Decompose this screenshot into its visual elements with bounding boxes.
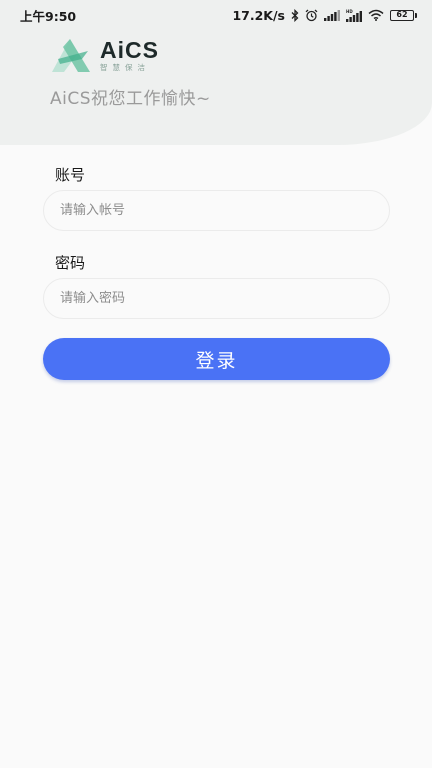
alarm-icon <box>305 9 318 22</box>
logo-title: AiCS <box>100 37 159 63</box>
battery-level: 62 <box>396 10 408 19</box>
signal-icon <box>324 9 340 21</box>
app-logo: AiCS 智慧保洁 <box>48 37 159 73</box>
account-input[interactable] <box>43 190 390 231</box>
hd-signal-icon: HD <box>346 9 362 22</box>
status-time: 上午9:50 <box>20 8 77 24</box>
welcome-text: AiCS祝您工作愉快~ <box>50 89 211 109</box>
logo-mark-icon <box>52 39 90 72</box>
password-label: 密码 <box>55 254 86 272</box>
battery-icon: 62 <box>390 9 417 21</box>
account-label: 账号 <box>55 166 86 184</box>
svg-text:HD: HD <box>346 9 353 14</box>
logo-subtitle: 智慧保洁 <box>100 63 150 72</box>
password-input[interactable] <box>43 278 390 319</box>
status-bar: 上午9:50 17.2K/s HD 62 <box>0 0 432 30</box>
wifi-icon <box>368 9 384 21</box>
network-speed: 17.2K/s <box>232 7 285 23</box>
bluetooth-icon <box>291 8 299 22</box>
login-button[interactable]: 登录 <box>43 338 390 380</box>
